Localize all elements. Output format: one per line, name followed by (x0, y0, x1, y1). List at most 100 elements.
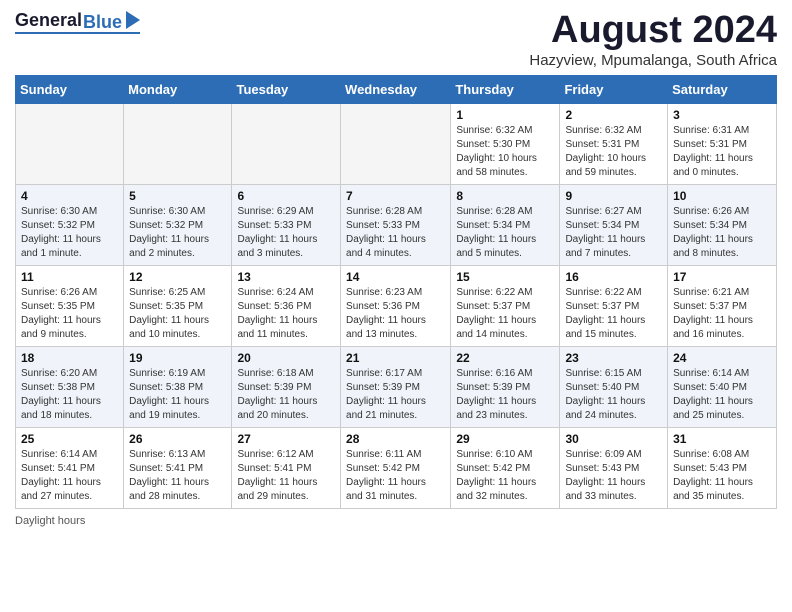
calendar-day-cell: 8 Sunrise: 6:28 AM Sunset: 5:34 PM Daylig… (451, 184, 560, 265)
day-number: 18 (21, 351, 118, 365)
day-info: Sunrise: 6:15 AM Sunset: 5:40 PM Dayligh… (565, 367, 662, 423)
day-info: Sunrise: 6:26 AM Sunset: 5:34 PM Dayligh… (673, 205, 771, 261)
page-header: General Blue August 2024 Hazyview, Mpuma… (15, 10, 777, 69)
day-number: 10 (673, 189, 771, 203)
day-number: 6 (237, 189, 335, 203)
calendar-week-row: 1 Sunrise: 6:32 AM Sunset: 5:30 PM Daylig… (16, 103, 777, 184)
day-info: Sunrise: 6:11 AM Sunset: 5:42 PM Dayligh… (346, 448, 445, 504)
day-number: 15 (456, 270, 554, 284)
calendar-day-cell: 17Sunrise: 6:21 AM Sunset: 5:37 PM Dayli… (668, 265, 777, 346)
day-info: Sunrise: 6:26 AM Sunset: 5:35 PM Dayligh… (21, 286, 118, 342)
day-info: Sunrise: 6:18 AM Sunset: 5:39 PM Dayligh… (237, 367, 335, 423)
day-info: Sunrise: 6:28 AM Sunset: 5:34 PM Dayligh… (456, 205, 554, 261)
calendar-day-cell: 13Sunrise: 6:24 AM Sunset: 5:36 PM Dayli… (232, 265, 341, 346)
calendar-day-cell (341, 103, 451, 184)
day-info: Sunrise: 6:12 AM Sunset: 5:41 PM Dayligh… (237, 448, 335, 504)
day-number: 7 (346, 189, 445, 203)
logo-underline (15, 32, 140, 34)
calendar-day-cell: 18 Sunrise: 6:20 AM Sunset: 5:38 PM Dayli… (16, 346, 124, 427)
day-info: Sunrise: 6:14 AM Sunset: 5:41 PM Dayligh… (21, 448, 118, 504)
day-of-week-header: Wednesday (341, 75, 451, 103)
calendar-day-cell: 26 Sunrise: 6:13 AM Sunset: 5:41 PM Dayli… (124, 427, 232, 508)
day-info: Sunrise: 6:30 AM Sunset: 5:32 PM Dayligh… (129, 205, 226, 261)
calendar-day-cell: 22 Sunrise: 6:16 AM Sunset: 5:39 PM Dayli… (451, 346, 560, 427)
calendar-day-cell: 7Sunrise: 6:28 AM Sunset: 5:33 PM Daylig… (341, 184, 451, 265)
day-number: 13 (237, 270, 335, 284)
day-number: 5 (129, 189, 226, 203)
logo-general-text: General (15, 10, 82, 31)
calendar-day-cell: 4 Sunrise: 6:30 AM Sunset: 5:32 PM Daylig… (16, 184, 124, 265)
calendar-day-cell: 6 Sunrise: 6:29 AM Sunset: 5:33 PM Daylig… (232, 184, 341, 265)
logo-blue-part: Blue (83, 11, 140, 31)
day-info: Sunrise: 6:17 AM Sunset: 5:39 PM Dayligh… (346, 367, 445, 423)
calendar-day-cell: 19 Sunrise: 6:19 AM Sunset: 5:38 PM Dayli… (124, 346, 232, 427)
day-info: Sunrise: 6:10 AM Sunset: 5:42 PM Dayligh… (456, 448, 554, 504)
day-number: 23 (565, 351, 662, 365)
calendar-day-cell (232, 103, 341, 184)
day-number: 30 (565, 432, 662, 446)
calendar-day-cell: 9Sunrise: 6:27 AM Sunset: 5:34 PM Daylig… (560, 184, 668, 265)
day-number: 28 (346, 432, 445, 446)
calendar-day-cell: 25 Sunrise: 6:14 AM Sunset: 5:41 PM Dayli… (16, 427, 124, 508)
day-info: Sunrise: 6:29 AM Sunset: 5:33 PM Dayligh… (237, 205, 335, 261)
calendar-header: SundayMondayTuesdayWednesdayThursdayFrid… (16, 75, 777, 103)
day-number: 4 (21, 189, 118, 203)
calendar-week-row: 11 Sunrise: 6:26 AM Sunset: 5:35 PM Dayli… (16, 265, 777, 346)
calendar-day-cell: 31 Sunrise: 6:08 AM Sunset: 5:43 PM Dayli… (668, 427, 777, 508)
daylight-label: Daylight hours (15, 515, 85, 527)
calendar-day-cell: 3Sunrise: 6:31 AM Sunset: 5:31 PM Daylig… (668, 103, 777, 184)
calendar-week-row: 25 Sunrise: 6:14 AM Sunset: 5:41 PM Dayli… (16, 427, 777, 508)
calendar-day-cell: 21 Sunrise: 6:17 AM Sunset: 5:39 PM Dayli… (341, 346, 451, 427)
day-number: 26 (129, 432, 226, 446)
day-info: Sunrise: 6:08 AM Sunset: 5:43 PM Dayligh… (673, 448, 771, 504)
day-info: Sunrise: 6:25 AM Sunset: 5:35 PM Dayligh… (129, 286, 226, 342)
logo-flag-icon (124, 11, 140, 29)
day-info: Sunrise: 6:32 AM Sunset: 5:30 PM Dayligh… (456, 124, 554, 180)
calendar-day-cell: 14Sunrise: 6:23 AM Sunset: 5:36 PM Dayli… (341, 265, 451, 346)
calendar-table: SundayMondayTuesdayWednesdayThursdayFrid… (15, 75, 777, 509)
day-number: 8 (456, 189, 554, 203)
calendar-day-cell: 27 Sunrise: 6:12 AM Sunset: 5:41 PM Dayli… (232, 427, 341, 508)
day-number: 19 (129, 351, 226, 365)
day-info: Sunrise: 6:22 AM Sunset: 5:37 PM Dayligh… (565, 286, 662, 342)
day-of-week-header: Tuesday (232, 75, 341, 103)
day-number: 21 (346, 351, 445, 365)
day-number: 12 (129, 270, 226, 284)
title-area: August 2024 Hazyview, Mpumalanga, South … (529, 10, 777, 69)
day-number: 11 (21, 270, 118, 284)
calendar-body: 1 Sunrise: 6:32 AM Sunset: 5:30 PM Daylig… (16, 103, 777, 508)
day-number: 16 (565, 270, 662, 284)
calendar-day-cell: 12 Sunrise: 6:25 AM Sunset: 5:35 PM Dayli… (124, 265, 232, 346)
day-number: 29 (456, 432, 554, 446)
day-number: 31 (673, 432, 771, 446)
day-info: Sunrise: 6:22 AM Sunset: 5:37 PM Dayligh… (456, 286, 554, 342)
calendar-day-cell: 15 Sunrise: 6:22 AM Sunset: 5:37 PM Dayli… (451, 265, 560, 346)
day-number: 17 (673, 270, 771, 284)
calendar-day-cell: 1 Sunrise: 6:32 AM Sunset: 5:30 PM Daylig… (451, 103, 560, 184)
day-of-week-header: Thursday (451, 75, 560, 103)
day-info: Sunrise: 6:09 AM Sunset: 5:43 PM Dayligh… (565, 448, 662, 504)
day-number: 20 (237, 351, 335, 365)
calendar-day-cell: 11 Sunrise: 6:26 AM Sunset: 5:35 PM Dayli… (16, 265, 124, 346)
day-info: Sunrise: 6:13 AM Sunset: 5:41 PM Dayligh… (129, 448, 226, 504)
day-number: 22 (456, 351, 554, 365)
day-of-week-header: Monday (124, 75, 232, 103)
day-of-week-header: Friday (560, 75, 668, 103)
day-info: Sunrise: 6:16 AM Sunset: 5:39 PM Dayligh… (456, 367, 554, 423)
header-row: SundayMondayTuesdayWednesdayThursdayFrid… (16, 75, 777, 103)
footer-note: Daylight hours (15, 515, 777, 527)
day-number: 27 (237, 432, 335, 446)
day-number: 25 (21, 432, 118, 446)
day-info: Sunrise: 6:30 AM Sunset: 5:32 PM Dayligh… (21, 205, 118, 261)
calendar-day-cell (16, 103, 124, 184)
day-info: Sunrise: 6:19 AM Sunset: 5:38 PM Dayligh… (129, 367, 226, 423)
day-info: Sunrise: 6:14 AM Sunset: 5:40 PM Dayligh… (673, 367, 771, 423)
day-info: Sunrise: 6:27 AM Sunset: 5:34 PM Dayligh… (565, 205, 662, 261)
day-number: 1 (456, 108, 554, 122)
calendar-day-cell: 2Sunrise: 6:32 AM Sunset: 5:31 PM Daylig… (560, 103, 668, 184)
calendar-day-cell: 24Sunrise: 6:14 AM Sunset: 5:40 PM Dayli… (668, 346, 777, 427)
calendar-day-cell: 28 Sunrise: 6:11 AM Sunset: 5:42 PM Dayli… (341, 427, 451, 508)
day-info: Sunrise: 6:20 AM Sunset: 5:38 PM Dayligh… (21, 367, 118, 423)
calendar-day-cell: 10 Sunrise: 6:26 AM Sunset: 5:34 PM Dayli… (668, 184, 777, 265)
calendar-day-cell: 29 Sunrise: 6:10 AM Sunset: 5:42 PM Dayli… (451, 427, 560, 508)
